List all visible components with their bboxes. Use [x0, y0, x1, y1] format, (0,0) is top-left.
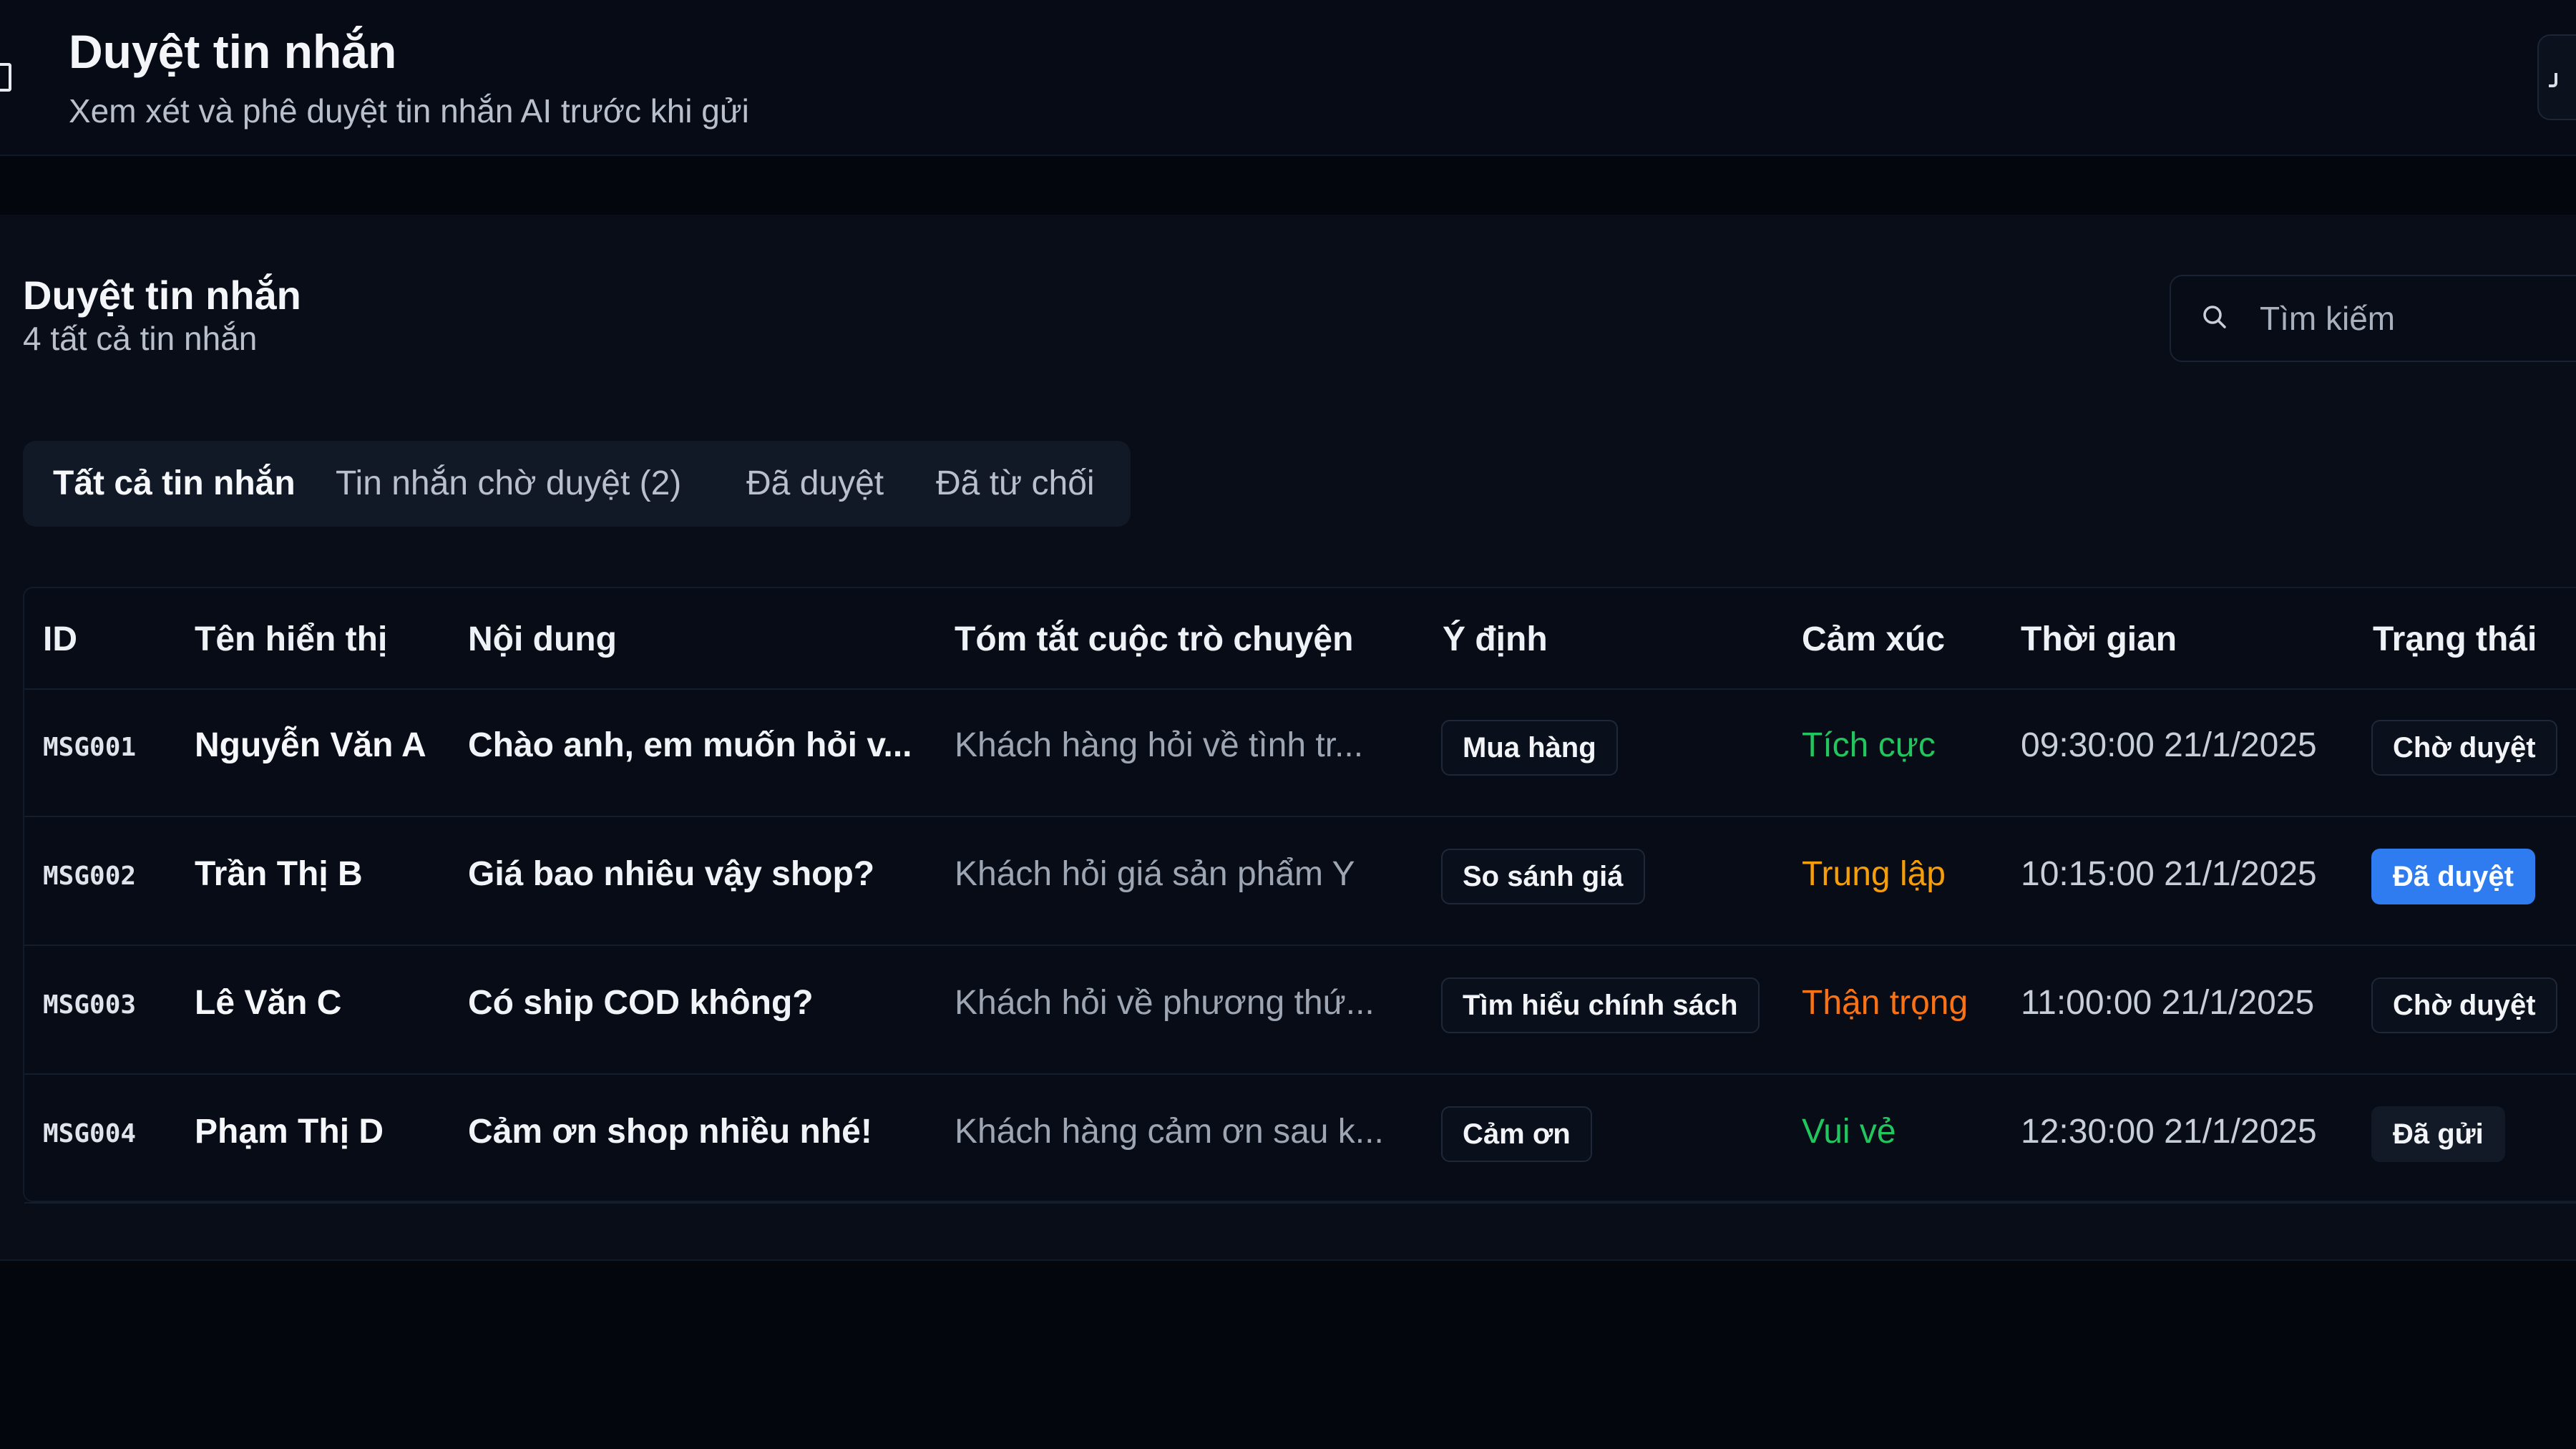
sidebar-toggle-icon[interactable] — [0, 63, 11, 92]
column-header-summary: Tóm tắt cuộc trò chuyện — [955, 620, 1354, 658]
timestamp: 12:30:00 21/1/2025 — [2021, 1113, 2317, 1151]
column-header-time: Thời gian — [2021, 620, 2177, 658]
intent-badge: So sánh giá — [1441, 849, 1645, 904]
table-header: ID Tên hiển thị Nội dung Tóm tắt cuộc tr… — [24, 588, 2576, 690]
timestamp: 11:00:00 21/1/2025 — [2021, 984, 2315, 1022]
table-row[interactable]: MSG001 Nguyễn Văn A Chào anh, em muốn hỏ… — [24, 688, 2576, 817]
column-header-display-name: Tên hiển thị — [195, 620, 388, 658]
tab-approved[interactable]: Đã duyệt — [746, 448, 884, 519]
status-badge[interactable]: Chờ duyệt — [2371, 977, 2557, 1033]
table-row[interactable]: MSG002 Trần Thị B Giá bao nhiêu vậy shop… — [24, 817, 2576, 946]
intent-badge: Tìm hiểu chính sách — [1441, 977, 1760, 1033]
display-name: Lê Văn C — [195, 984, 342, 1022]
message-id: MSG004 — [43, 1119, 137, 1148]
column-header-sentiment: Cảm xúc — [1802, 620, 1946, 658]
filter-tabs: Tất cả tin nhắn Tin nhắn chờ duyệt (2) Đ… — [23, 441, 1131, 527]
sentiment-label: Trung lập — [1802, 855, 1946, 893]
timestamp: 10:15:00 21/1/2025 — [2021, 855, 2317, 893]
status-badge[interactable]: Chờ duyệt — [2371, 720, 2557, 776]
column-header-intent: Ý định — [1443, 620, 1548, 658]
column-header-content: Nội dung — [468, 620, 617, 658]
tab-rejected[interactable]: Đã từ chối — [936, 448, 1095, 519]
message-content: Cảm ơn shop nhiều nhé! — [468, 1113, 872, 1151]
message-id: MSG001 — [43, 733, 137, 762]
sentiment-label: Vui vẻ — [1802, 1113, 1896, 1151]
search-input[interactable] — [2260, 291, 2576, 346]
table-row[interactable]: MSG004 Phạm Thị D Cảm ơn shop nhiều nhé!… — [24, 1075, 2576, 1204]
top-bar: Duyệt tin nhắn Xem xét và phê duyệt tin … — [0, 0, 2576, 156]
sentiment-label: Thận trọng — [1802, 984, 1968, 1022]
status-badge[interactable]: Đã duyệt — [2371, 849, 2535, 904]
column-header-id: ID — [43, 620, 77, 658]
conversation-summary: Khách hàng hỏi về tình tr... — [955, 726, 1364, 764]
status-badge[interactable]: Đã gửi — [2371, 1106, 2505, 1162]
search-box[interactable] — [2170, 275, 2576, 362]
message-id: MSG003 — [43, 990, 137, 1020]
message-content: Giá bao nhiêu vậy shop? — [468, 855, 875, 893]
tab-all-messages[interactable]: Tất cả tin nhắn — [53, 448, 296, 519]
message-content: Có ship COD không? — [468, 984, 814, 1022]
tab-pending-messages[interactable]: Tin nhắn chờ duyệt (2) — [336, 448, 681, 519]
message-count: 4 tất cả tin nhắn — [23, 320, 258, 357]
intent-badge: Cảm ơn — [1441, 1106, 1592, 1162]
page-title: Duyệt tin nhắn — [69, 25, 397, 78]
top-right-button[interactable] — [2537, 34, 2576, 120]
table-row[interactable]: MSG003 Lê Văn C Có ship COD không? Khách… — [24, 946, 2576, 1075]
messages-table: ID Tên hiển thị Nội dung Tóm tắt cuộc tr… — [23, 587, 2576, 1204]
panel-title: Duyệt tin nhắn — [23, 273, 301, 318]
display-name: Trần Thị B — [195, 855, 363, 893]
search-icon — [2203, 306, 2226, 328]
sentiment-label: Tích cực — [1802, 726, 1936, 764]
column-header-status: Trạng thái — [2373, 620, 2537, 658]
display-name: Nguyễn Văn A — [195, 726, 426, 764]
conversation-summary: Khách hỏi giá sản phẩm Y — [955, 855, 1355, 893]
display-name: Phạm Thị D — [195, 1113, 384, 1151]
message-content: Chào anh, em muốn hỏi v... — [468, 726, 912, 764]
timestamp: 09:30:00 21/1/2025 — [2021, 726, 2317, 764]
conversation-summary: Khách hỏi về phương thứ... — [955, 984, 1375, 1022]
messages-panel: Duyệt tin nhắn 4 tất cả tin nhắn Tất cả … — [0, 215, 2576, 1261]
message-id: MSG002 — [43, 862, 137, 891]
page-subtitle: Xem xét và phê duyệt tin nhắn AI trước k… — [69, 92, 749, 130]
conversation-summary: Khách hàng cảm ơn sau k... — [955, 1113, 1384, 1151]
intent-badge: Mua hàng — [1441, 720, 1618, 776]
